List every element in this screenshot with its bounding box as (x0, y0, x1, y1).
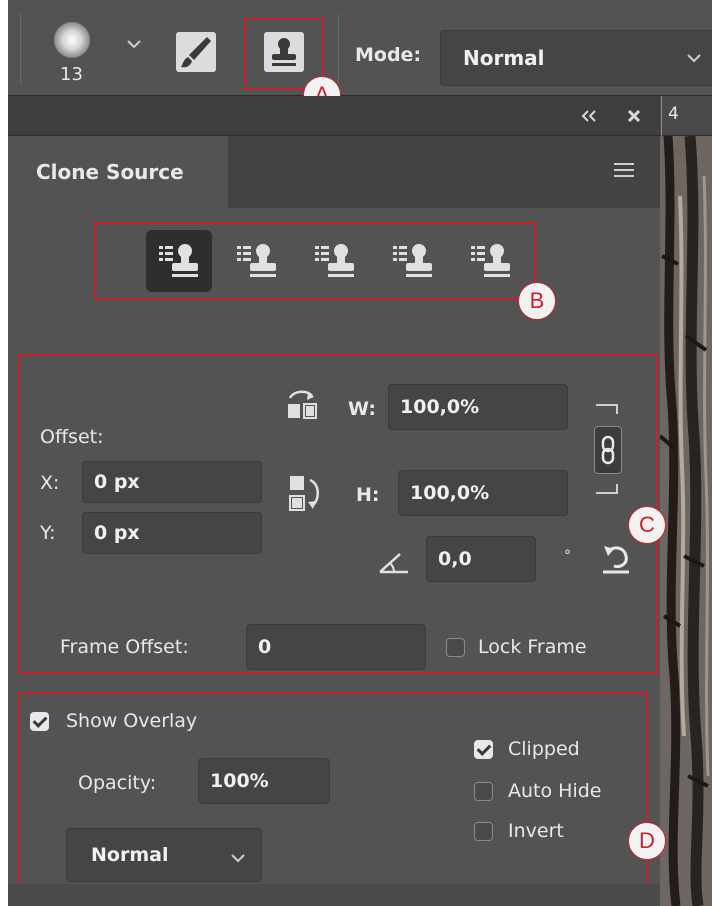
clone-stamp-icon (471, 244, 510, 277)
flip-horizontal-icon[interactable] (282, 386, 322, 422)
frame-offset-label: Frame Offset: (60, 636, 189, 658)
collapse-panel-icon[interactable] (580, 110, 598, 122)
offset-y-label: Y: (40, 522, 56, 544)
invert-label: Invert (508, 820, 564, 842)
clone-source-button-3[interactable] (302, 230, 368, 292)
canvas-ruler: 4 (660, 96, 712, 136)
clone-source-panel: Clone Source B C Offset: X: 0 px Y: 0 px… (8, 136, 666, 906)
offset-y-value: 0 px (94, 522, 140, 544)
mode-chevron-down-icon (687, 54, 701, 63)
brush-settings-icon[interactable] (174, 30, 218, 74)
brush-preset-icon[interactable] (54, 22, 90, 58)
invert-checkbox[interactable] (474, 822, 493, 841)
frame-offset-value: 0 (258, 636, 272, 658)
clone-source-button-4[interactable] (380, 230, 446, 292)
bark-texture-image (660, 136, 712, 906)
ruler-tick (661, 96, 662, 136)
width-value: 100,0% (400, 396, 480, 418)
overlay-opacity-input[interactable]: 100% (198, 758, 330, 804)
lock-frame-label: Lock Frame (478, 636, 587, 658)
degree-symbol: ° (564, 548, 571, 564)
show-overlay-checkbox[interactable] (30, 712, 49, 731)
height-label: H: (356, 484, 380, 506)
clone-source-button-1[interactable] (146, 230, 212, 292)
height-input[interactable]: 100,0% (398, 470, 568, 516)
rotation-angle-input[interactable]: 0,0 (426, 536, 536, 582)
tab-clone-source[interactable]: Clone Source (8, 136, 228, 208)
link-bracket-bottom (596, 484, 618, 494)
clipped-label: Clipped (508, 738, 580, 760)
opacity-label: Opacity: (78, 772, 157, 794)
clone-stamp-icon (159, 244, 198, 277)
mode-select[interactable]: Normal (440, 30, 712, 86)
panel-menu-icon[interactable] (612, 160, 636, 180)
overlay-blend-mode-value: Normal (91, 844, 169, 866)
flip-vertical-icon[interactable] (286, 472, 326, 516)
auto-hide-checkbox[interactable] (474, 782, 493, 801)
rotation-angle-icon (379, 553, 408, 574)
mode-select-value: Normal (463, 46, 545, 70)
tab-clone-source-label: Clone Source (36, 160, 184, 184)
document-canvas[interactable]: 4 (660, 96, 712, 906)
auto-hide-label: Auto Hide (508, 780, 602, 802)
clone-stamp-icon (393, 244, 432, 277)
app-frame: 13 A Mode: Normal 4 Clone Source B C Off… (8, 0, 712, 906)
panel-footer (8, 884, 660, 906)
ruler-number: 4 (668, 104, 679, 124)
options-bar: 13 A Mode: Normal (8, 0, 712, 114)
callout-badge-d: D (628, 822, 666, 860)
offset-y-input[interactable]: 0 px (82, 512, 262, 554)
width-input[interactable]: 100,0% (388, 384, 568, 430)
clone-source-button-5[interactable] (458, 230, 524, 292)
lock-frame-checkbox[interactable] (446, 638, 465, 657)
rotation-angle-value: 0,0 (438, 548, 472, 570)
mode-label: Mode: (355, 44, 422, 66)
offset-x-value: 0 px (94, 471, 140, 493)
callout-badge-c: C (628, 506, 666, 544)
clone-source-button-2[interactable] (224, 230, 290, 292)
clone-stamp-icon (237, 244, 276, 277)
offset-label: Offset: (40, 426, 104, 448)
width-label: W: (348, 398, 376, 420)
toolbar-divider (338, 14, 339, 84)
offset-x-input[interactable]: 0 px (82, 461, 262, 503)
clone-stamp-icon (315, 244, 354, 277)
overlay-opacity-value: 100% (210, 770, 269, 792)
reset-transform-icon[interactable] (598, 540, 634, 576)
brush-size-label: 13 (60, 64, 83, 85)
panel-header-bar (8, 96, 660, 136)
link-dimensions-button[interactable] (594, 426, 622, 474)
toolbar-divider (20, 14, 21, 84)
show-overlay-label: Show Overlay (66, 710, 198, 732)
offset-x-label: X: (40, 472, 60, 494)
clipped-checkbox[interactable] (474, 740, 493, 759)
link-bracket-top (596, 404, 618, 414)
height-value: 100,0% (410, 482, 490, 504)
chain-link-icon (601, 435, 615, 465)
frame-offset-input[interactable]: 0 (246, 624, 426, 670)
close-panel-icon[interactable] (626, 108, 642, 124)
blend-mode-chevron-down-icon (231, 854, 245, 863)
brush-picker-chevron-down-icon[interactable] (126, 38, 142, 50)
